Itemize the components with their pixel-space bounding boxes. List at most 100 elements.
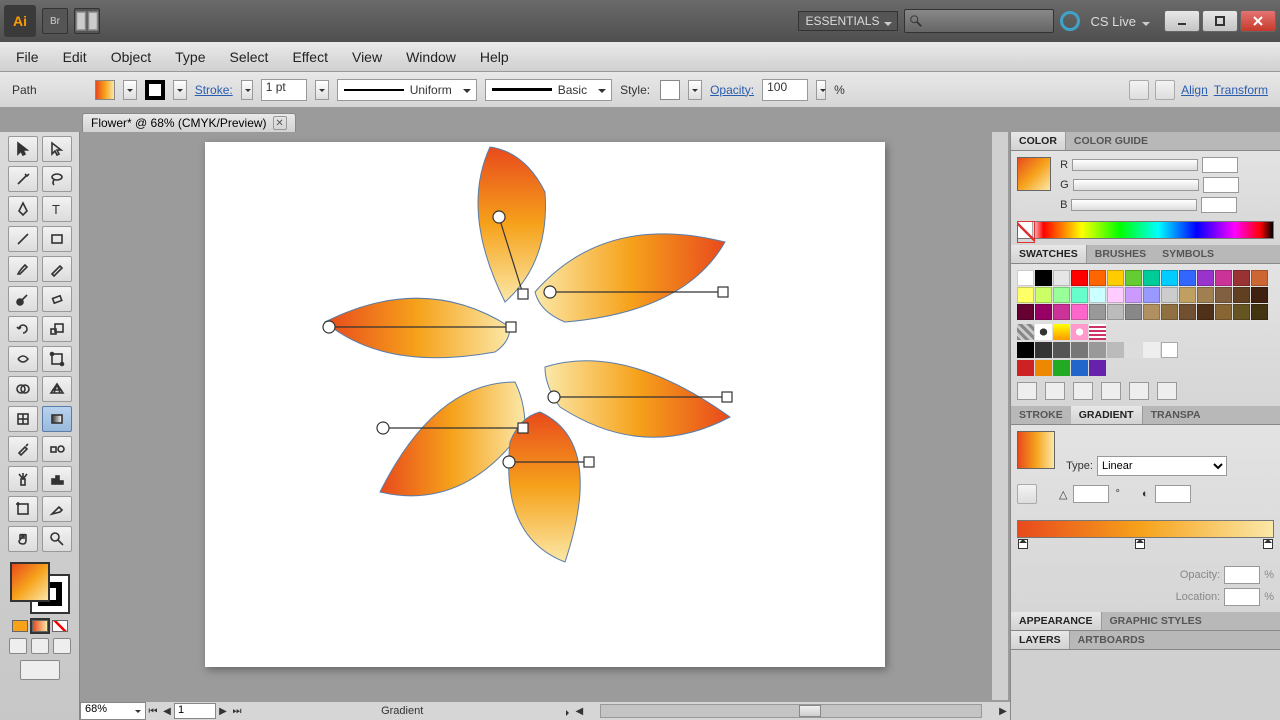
eraser-tool[interactable]: [42, 286, 72, 312]
blend-tool[interactable]: [42, 436, 72, 462]
swatch-cell[interactable]: [1071, 304, 1088, 320]
swatch-cell[interactable]: [1053, 287, 1070, 303]
swatch-cell[interactable]: [1017, 304, 1034, 320]
swatch-cell[interactable]: [1197, 304, 1214, 320]
swatch-cell[interactable]: [1161, 270, 1178, 286]
scale-tool[interactable]: [42, 316, 72, 342]
graphic-style-swatch[interactable]: [660, 80, 680, 100]
document-tab[interactable]: Flower* @ 68% (CMYK/Preview) ✕: [82, 113, 296, 132]
draw-inside[interactable]: [53, 638, 71, 654]
draw-normal[interactable]: [9, 638, 27, 654]
menu-help[interactable]: Help: [470, 45, 519, 69]
graphic-style-dropdown[interactable]: [688, 80, 702, 100]
swatch-cell[interactable]: [1251, 270, 1268, 286]
direct-selection-tool[interactable]: [42, 136, 72, 162]
select-similar-button[interactable]: [1155, 80, 1175, 100]
stroke-dropdown[interactable]: [173, 80, 187, 100]
mesh-tool[interactable]: [8, 406, 38, 432]
swatch-cell[interactable]: [1197, 287, 1214, 303]
width-tool[interactable]: [8, 346, 38, 372]
brush-definition[interactable]: Basic: [485, 79, 612, 101]
search-input[interactable]: [904, 9, 1054, 33]
swatch-cell[interactable]: [1251, 287, 1268, 303]
artboard-tool[interactable]: [8, 496, 38, 522]
close-tab-button[interactable]: ✕: [273, 116, 287, 130]
minimize-button[interactable]: [1164, 10, 1200, 32]
swatch-cell[interactable]: [1179, 304, 1196, 320]
perspective-grid-tool[interactable]: [42, 376, 72, 402]
swatch-cell[interactable]: [1251, 304, 1268, 320]
swatch-cell[interactable]: [1089, 304, 1106, 320]
gradient-slider[interactable]: [1017, 520, 1274, 538]
menu-object[interactable]: Object: [101, 45, 161, 69]
swatch-cell[interactable]: [1161, 304, 1178, 320]
gradient-stop-1[interactable]: [1018, 539, 1028, 549]
gradient-type-select[interactable]: Linear: [1097, 456, 1227, 476]
swatch-cell[interactable]: [1071, 287, 1088, 303]
eyedropper-tool[interactable]: [8, 436, 38, 462]
stroke-weight-dropdown[interactable]: [315, 80, 329, 100]
zoom-tool[interactable]: [42, 526, 72, 552]
transform-panel-link[interactable]: Transform: [1214, 83, 1268, 97]
fill-swatch[interactable]: [95, 80, 115, 100]
swatch-cell[interactable]: [1197, 270, 1214, 286]
draw-behind[interactable]: [31, 638, 49, 654]
swatch-cell[interactable]: [1089, 270, 1106, 286]
swatch-cell[interactable]: [1017, 287, 1034, 303]
shape-builder-tool[interactable]: [8, 376, 38, 402]
symbol-sprayer-tool[interactable]: [8, 466, 38, 492]
fill-indicator[interactable]: [10, 562, 50, 602]
gradient-stop-2[interactable]: [1135, 539, 1145, 549]
menu-file[interactable]: File: [6, 45, 49, 69]
cslive-dropdown[interactable]: CS Live: [1090, 14, 1150, 29]
b-slider[interactable]: [1071, 199, 1197, 211]
tab-appearance[interactable]: APPEARANCE: [1011, 612, 1102, 630]
swatch-cell[interactable]: [1143, 287, 1160, 303]
recolor-artwork-button[interactable]: [1129, 80, 1149, 100]
swatch-cell[interactable]: [1215, 270, 1232, 286]
swatch-cell[interactable]: [1053, 270, 1070, 286]
swatch-cell[interactable]: [1107, 287, 1124, 303]
swatch-cell[interactable]: [1071, 270, 1088, 286]
swatches-grid[interactable]: [1017, 270, 1274, 320]
tab-stroke-panel[interactable]: STROKE: [1011, 406, 1071, 424]
tab-gradient[interactable]: GRADIENT: [1071, 406, 1143, 424]
close-button[interactable]: [1240, 10, 1276, 32]
menu-view[interactable]: View: [342, 45, 392, 69]
swatch-cell[interactable]: [1125, 287, 1142, 303]
swatch-cell[interactable]: [1125, 304, 1142, 320]
tab-color[interactable]: COLOR: [1011, 132, 1066, 150]
swatch-cell[interactable]: [1035, 287, 1052, 303]
stroke-stepper[interactable]: [241, 80, 253, 100]
menu-window[interactable]: Window: [396, 45, 466, 69]
menu-edit[interactable]: Edit: [53, 45, 97, 69]
swatch-cell[interactable]: [1179, 270, 1196, 286]
workspace-switcher[interactable]: ESSENTIALS: [798, 11, 898, 31]
swatch-cell[interactable]: [1089, 287, 1106, 303]
column-graph-tool[interactable]: [42, 466, 72, 492]
type-tool[interactable]: T: [42, 196, 72, 222]
last-artboard-button[interactable]: ⏭: [230, 703, 244, 719]
swatch-cell[interactable]: [1233, 304, 1250, 320]
color-mode-solid[interactable]: [12, 620, 28, 632]
tab-symbols[interactable]: SYMBOLS: [1154, 245, 1222, 263]
swatch-cell[interactable]: [1125, 270, 1142, 286]
vertical-scrollbar[interactable]: [992, 132, 1008, 700]
first-artboard-button[interactable]: ⏮: [146, 703, 160, 719]
swatch-cell[interactable]: [1143, 304, 1160, 320]
hscroll-left-button[interactable]: ◀: [572, 703, 586, 719]
maximize-button[interactable]: [1202, 10, 1238, 32]
color-mode-gradient[interactable]: [32, 620, 48, 632]
color-preview[interactable]: [1017, 157, 1051, 191]
fill-dropdown[interactable]: [123, 80, 137, 100]
tab-layers[interactable]: LAYERS: [1011, 631, 1070, 649]
stroke-weight-input[interactable]: 1 pt: [261, 79, 307, 101]
color-mode-none[interactable]: [52, 620, 68, 632]
rotate-tool[interactable]: [8, 316, 38, 342]
swatch-cell[interactable]: [1233, 270, 1250, 286]
swatch-cell[interactable]: [1233, 287, 1250, 303]
line-tool[interactable]: [8, 226, 38, 252]
gradient-location-input[interactable]: [1224, 588, 1260, 606]
r-input[interactable]: [1202, 157, 1238, 173]
opacity-panel-link[interactable]: Opacity:: [710, 83, 754, 97]
